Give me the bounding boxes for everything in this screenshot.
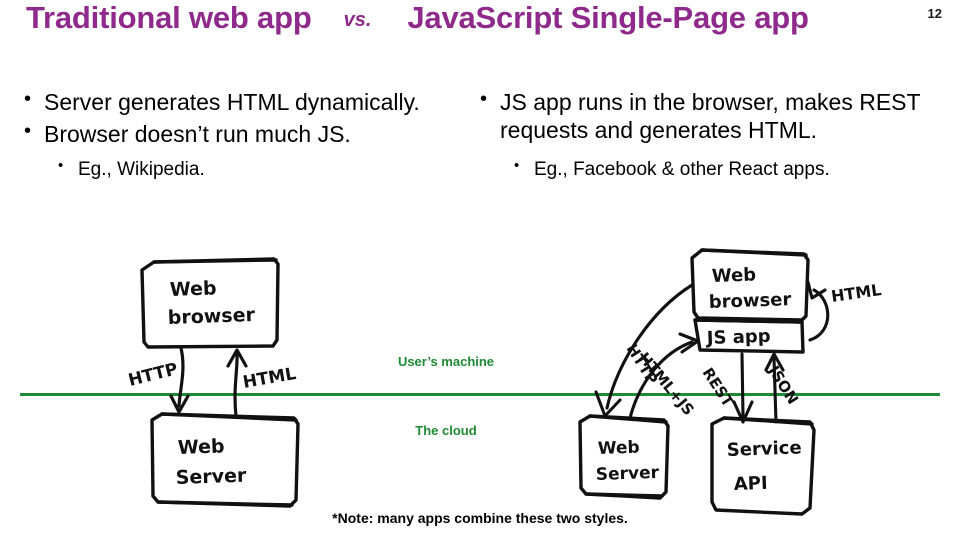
arrow-label-http: HTTP <box>126 359 180 391</box>
box-label-web-server-line2: Server <box>595 463 659 485</box>
right-bullet-column: JS app runs in the browser, makes REST r… <box>478 87 938 200</box>
title-vs-text: vs. <box>343 9 372 31</box>
box-label-web-browser-line2: browser <box>167 304 255 329</box>
box-label-web-server-line1: Web <box>597 438 640 459</box>
box-label-web-browser-line1: Web <box>169 277 217 301</box>
right-sub-bullet-clip: Eg., Facebook & other React apps. <box>478 148 938 200</box>
list-item-sub: Eg., Facebook & other React apps. <box>478 157 938 182</box>
title-left-text: Traditional web app <box>26 0 312 35</box>
box-label-web-server-line1: Web <box>177 435 225 459</box>
diagram-traditional-web-app: Web browser HTTP HTML Web Server <box>118 248 448 523</box>
arrow-label-json: JSON <box>764 362 802 408</box>
arrow-label-html: HTML <box>241 364 297 393</box>
list-item-sub: Eg., Wikipedia. <box>22 157 477 182</box>
arrow-label-rest: REST <box>699 364 738 410</box>
list-item: Browser doesn’t run much JS. <box>22 119 477 148</box>
arrow-label-html: HTML <box>830 280 883 306</box>
slide-title: Traditional web app vs. JavaScript Single-… <box>26 0 906 35</box>
box-label-web-browser-line1: Web <box>711 264 756 287</box>
slide-canvas: Traditional web app vs. JavaScript Single-… <box>0 0 960 540</box>
box-label-service-api-line2: API <box>733 473 768 495</box>
box-label-js-app: JS app <box>704 326 771 349</box>
title-right-text: JavaScript Single-Page app <box>407 0 809 35</box>
list-item: JS app runs in the browser, makes REST r… <box>478 87 938 144</box>
box-label-service-api-line1: Service <box>726 437 802 461</box>
box-label-web-server-line2: Server <box>175 465 247 489</box>
list-item: Server generates HTML dynamically. <box>22 87 477 116</box>
box-label-web-browser-line2: browser <box>708 289 791 313</box>
diagram-js-single-page-app: Web browser JS app HTTP HTML+JS REST JSO… <box>552 240 952 535</box>
left-bullet-column: Server generates HTML dynamically. Brows… <box>22 87 477 182</box>
footnote-note: *Note: many apps combine these two style… <box>332 510 628 526</box>
slide-number: 12 <box>927 6 942 21</box>
